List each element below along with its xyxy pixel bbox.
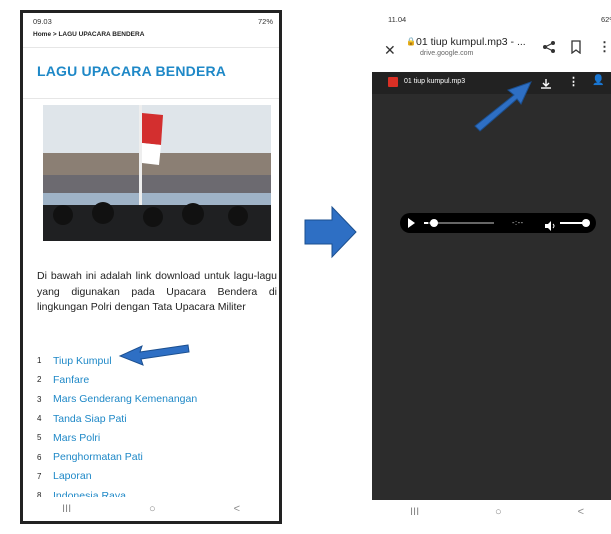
audio-player: -:-- [400, 213, 596, 233]
back-button[interactable]: < [234, 503, 240, 515]
status-bar: 11.04 62% [372, 10, 611, 28]
drive-viewer-bar: 01 tiup kumpul.mp3 ⋮ 👤 [372, 72, 611, 94]
status-time: 09.03 [33, 17, 52, 26]
song-link[interactable]: Mars Genderang Kemenangan [53, 393, 197, 405]
close-icon[interactable]: ✕ [384, 42, 396, 59]
song-link[interactable]: Tiup Kumpul [53, 355, 112, 367]
add-people-icon[interactable]: 👤 [592, 75, 604, 86]
audio-file-icon [388, 77, 398, 87]
volume-slider[interactable] [560, 222, 584, 224]
recents-button[interactable]: III [410, 506, 419, 518]
ceremony-photo [43, 105, 271, 241]
download-description: Di bawah ini adalah link download untuk … [37, 270, 277, 313]
song-link[interactable]: Fanfare [53, 374, 89, 386]
list-item[interactable]: 3 Mars Genderang Kemenangan [37, 390, 277, 409]
bookmark-icon[interactable] [570, 40, 582, 59]
android-nav-bar: III ○ < [23, 497, 279, 521]
back-button[interactable]: < [578, 506, 584, 518]
progress-fill [424, 222, 428, 224]
battery-level: 62% [600, 15, 611, 24]
song-link[interactable]: Tanda Siap Pati [53, 413, 127, 425]
share-icon[interactable] [542, 40, 556, 59]
song-list: 1 Tiup Kumpul 2 Fanfare 3 Mars Genderang Ke… [37, 351, 277, 505]
left-phone-screenshot: 09.03 72% Home > LAGU UPACARA BENDERA LA… [20, 10, 282, 524]
song-link[interactable]: Laporan [53, 470, 92, 482]
progress-knob[interactable] [430, 219, 438, 227]
lock-icon: 🔒 [406, 37, 416, 46]
list-item[interactable]: 7 Laporan [37, 467, 277, 486]
home-button[interactable]: ○ [149, 503, 156, 515]
android-nav-bar: III ○ < [372, 500, 611, 524]
page-title: LAGU UPACARA BENDERA [37, 63, 227, 79]
song-link[interactable]: Mars Polri [53, 432, 100, 444]
tab-title: 01 tiup kumpul.mp3 - ... [416, 36, 526, 48]
play-icon[interactable] [408, 218, 415, 228]
recents-button[interactable]: III [62, 503, 71, 515]
volume-icon[interactable] [544, 218, 556, 236]
battery-level: 72% [257, 17, 273, 26]
more-vert-icon[interactable]: ⋮ [568, 75, 579, 88]
list-item[interactable]: 4 Tanda Siap Pati [37, 409, 277, 428]
browser-toolbar: ✕ 🔒 01 tiup kumpul.mp3 - ... drive.googl… [372, 28, 611, 72]
list-item[interactable]: 1 Tiup Kumpul [37, 351, 277, 370]
download-icon[interactable] [540, 77, 552, 95]
home-button[interactable]: ○ [495, 506, 502, 518]
status-time: 11.04 [388, 15, 407, 24]
viewer-filename: 01 tiup kumpul.mp3 [404, 78, 466, 85]
right-phone-screenshot: 11.04 62% ✕ 🔒 01 tiup kumpul.mp3 - ... d… [372, 10, 611, 524]
list-item[interactable]: 2 Fanfare [37, 370, 277, 389]
time-readout: -:-- [512, 218, 524, 227]
song-link[interactable]: Penghormatan Pati [53, 451, 143, 463]
page-domain: drive.google.com [420, 50, 474, 57]
breadcrumb[interactable]: Home > LAGU UPACARA BENDERA [33, 31, 144, 38]
more-vert-icon[interactable]: ⋮ [598, 39, 611, 55]
list-item[interactable]: 5 Mars Polri [37, 428, 277, 447]
list-item[interactable]: 6 Penghormatan Pati [37, 447, 277, 466]
status-bar: 09.03 72% [23, 13, 279, 29]
volume-knob[interactable] [582, 219, 590, 227]
transition-arrow [304, 205, 357, 259]
